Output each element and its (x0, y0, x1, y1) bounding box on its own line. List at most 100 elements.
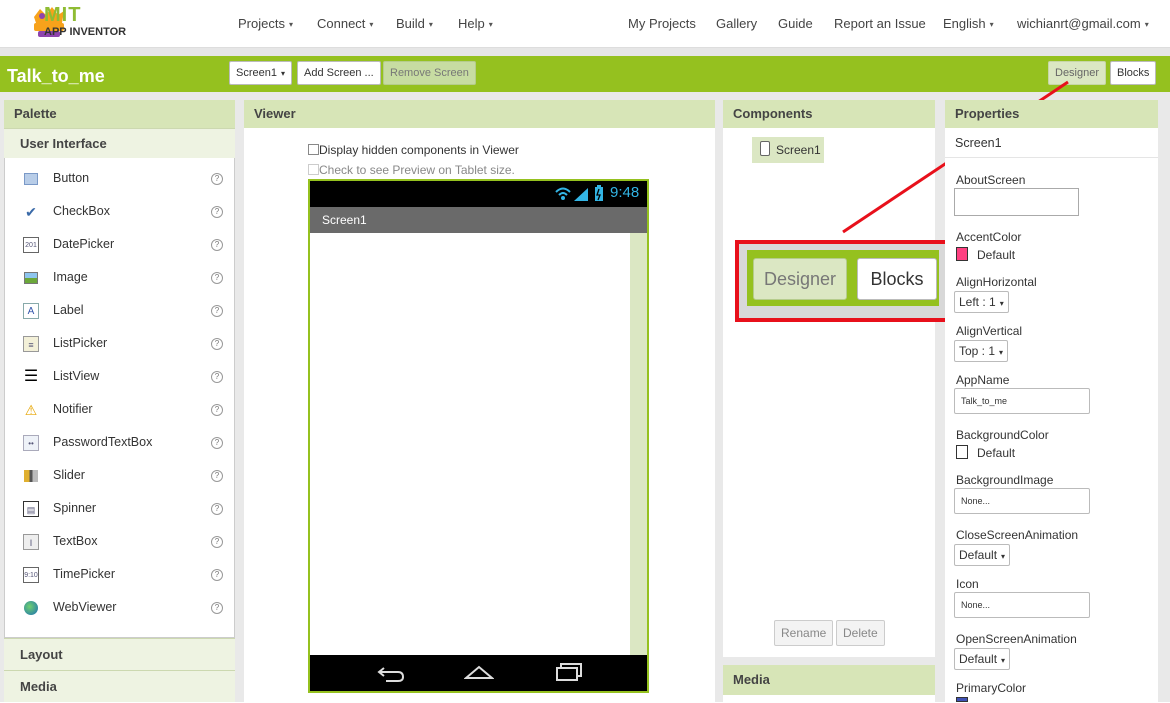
help-icon[interactable]: ? (211, 239, 223, 251)
menu-language[interactable]: English ▾ (943, 16, 994, 31)
logo-subtitle: APP INVENTOR (44, 26, 127, 38)
help-icon[interactable]: ? (211, 173, 223, 185)
textbox-icon: I (23, 534, 39, 550)
accent-color-value[interactable]: Default (977, 248, 1015, 262)
prop-icon-label: Icon (956, 577, 979, 591)
palette-item-listview[interactable]: ☰ ListView ? (5, 360, 234, 393)
top-bar: MIT APP INVENTOR Projects ▾ Connect ▾ Buil… (0, 0, 1170, 48)
image-icon (23, 270, 39, 286)
datepicker-icon: 201 (23, 237, 39, 253)
listpicker-icon: ≡ (23, 336, 39, 352)
label-icon: A (23, 303, 39, 319)
phone-preview[interactable]: 9:48 Screen1 (308, 179, 649, 693)
link-report-issue[interactable]: Report an Issue (834, 16, 926, 31)
palette-item-webviewer[interactable]: WebViewer ? (5, 591, 234, 624)
menu-build[interactable]: Build ▾ (396, 16, 433, 31)
palette-item-label[interactable]: A Label ? (5, 294, 234, 327)
remove-screen-button[interactable]: Remove Screen (383, 61, 476, 85)
help-icon[interactable]: ? (211, 305, 223, 317)
caret-down-icon: ▾ (288, 20, 293, 30)
battery-icon (595, 185, 603, 201)
caret-down-icon: ▾ (1001, 552, 1006, 561)
help-icon[interactable]: ? (211, 503, 223, 515)
help-icon[interactable]: ? (211, 437, 223, 449)
palette-item-passwordtextbox[interactable]: •• PasswordTextBox ? (5, 426, 234, 459)
align-vertical-dropdown[interactable]: Top : 1 ▾ (954, 340, 1009, 362)
home-icon[interactable] (464, 663, 494, 681)
palette-category-media[interactable]: Media (4, 670, 235, 702)
background-color-swatch[interactable] (956, 445, 968, 459)
back-icon[interactable] (376, 664, 406, 682)
caret-down-icon: ▾ (989, 20, 994, 30)
help-icon[interactable]: ? (211, 470, 223, 482)
button-icon (23, 171, 39, 187)
recent-apps-icon[interactable] (554, 662, 584, 682)
hidden-components-checkbox[interactable] (308, 144, 319, 155)
palette-category-user-interface[interactable]: User Interface (4, 128, 235, 158)
menu-help[interactable]: Help ▾ (458, 16, 493, 31)
icon-input[interactable]: None... (954, 592, 1090, 618)
link-gallery[interactable]: Gallery (716, 16, 757, 31)
palette-item-timepicker[interactable]: 9:10 TimePicker ? (5, 558, 234, 591)
media-header: Media (723, 665, 935, 695)
menu-user-account[interactable]: wichianrt@gmail.com ▾ (1017, 16, 1149, 31)
help-icon[interactable]: ? (211, 602, 223, 614)
palette-item-label: CheckBox (53, 204, 110, 218)
project-title: Talk_to_me (7, 66, 105, 86)
help-icon[interactable]: ? (211, 206, 223, 218)
notifier-icon: ⚠ (24, 402, 38, 418)
screen-select-dropdown[interactable]: Screen1 ▾ (229, 61, 292, 85)
background-color-value[interactable]: Default (977, 446, 1015, 460)
menu-projects[interactable]: Projects ▾ (238, 16, 293, 31)
tablet-preview-checkbox[interactable] (308, 164, 319, 175)
link-guide[interactable]: Guide (778, 16, 813, 31)
palette-item-button[interactable]: Button ? (5, 162, 234, 195)
link-my-projects[interactable]: My Projects (628, 16, 696, 31)
palette-item-listpicker[interactable]: ≡ ListPicker ? (5, 327, 234, 360)
palette-item-notifier[interactable]: ⚠ Notifier ? (5, 393, 234, 426)
background-image-input[interactable]: None... (954, 488, 1090, 514)
phone-status-bar: 9:48 (310, 181, 647, 207)
open-animation-dropdown[interactable]: Default ▾ (954, 648, 1011, 670)
hidden-components-option[interactable]: Display hidden components in Viewer (308, 143, 519, 157)
about-screen-textarea[interactable] (954, 188, 1079, 216)
accent-color-swatch[interactable] (956, 247, 968, 261)
component-tree-item-screen1[interactable]: Screen1 (752, 137, 824, 163)
help-icon[interactable]: ? (211, 371, 223, 383)
palette-panel: Palette User Interface Button ? ✔ CheckB… (4, 100, 235, 702)
designer-button[interactable]: Designer (1048, 61, 1107, 85)
app-name-input[interactable]: Talk_to_me (954, 388, 1090, 414)
zoom-designer-button: Designer (753, 258, 847, 300)
close-animation-dropdown[interactable]: Default ▾ (954, 544, 1011, 566)
password-icon: •• (23, 435, 39, 451)
palette-item-image[interactable]: Image ? (5, 261, 234, 294)
phone-scrollbar[interactable] (630, 233, 647, 655)
help-icon[interactable]: ? (211, 569, 223, 581)
help-icon[interactable]: ? (211, 272, 223, 284)
caret-down-icon: ▾ (369, 20, 374, 30)
tree-item-label: Screen1 (776, 143, 821, 157)
primary-color-swatch[interactable] (956, 697, 968, 702)
help-icon[interactable]: ? (211, 338, 223, 350)
prop-close-animation-label: CloseScreenAnimation (956, 528, 1079, 542)
palette-category-layout[interactable]: Layout (4, 638, 235, 670)
align-horizontal-dropdown[interactable]: Left : 1 ▾ (954, 291, 1009, 313)
help-icon[interactable]: ? (211, 536, 223, 548)
blocks-button[interactable]: Blocks (1110, 61, 1157, 85)
rename-button[interactable]: Rename (774, 620, 834, 646)
palette-item-textbox[interactable]: I TextBox ? (5, 525, 234, 558)
palette-item-slider[interactable]: Slider ? (5, 459, 234, 492)
add-screen-button[interactable]: Add Screen ... (297, 61, 381, 85)
viewer-header: Viewer (244, 100, 715, 128)
palette-item-spinner[interactable]: ▤ Spinner ? (5, 492, 234, 525)
tablet-preview-option[interactable]: Check to see Preview on Tablet size. (308, 163, 515, 177)
prop-align-horizontal-label: AlignHorizontal (956, 275, 1037, 289)
slider-icon (23, 468, 39, 484)
menu-connect[interactable]: Connect ▾ (317, 16, 373, 31)
prop-background-image-label: BackgroundImage (956, 473, 1054, 487)
palette-item-checkbox[interactable]: ✔ CheckBox ? (5, 195, 234, 228)
delete-button[interactable]: Delete (836, 620, 885, 646)
palette-item-label: Button (53, 171, 90, 185)
palette-item-datepicker[interactable]: 201 DatePicker ? (5, 228, 234, 261)
help-icon[interactable]: ? (211, 404, 223, 416)
